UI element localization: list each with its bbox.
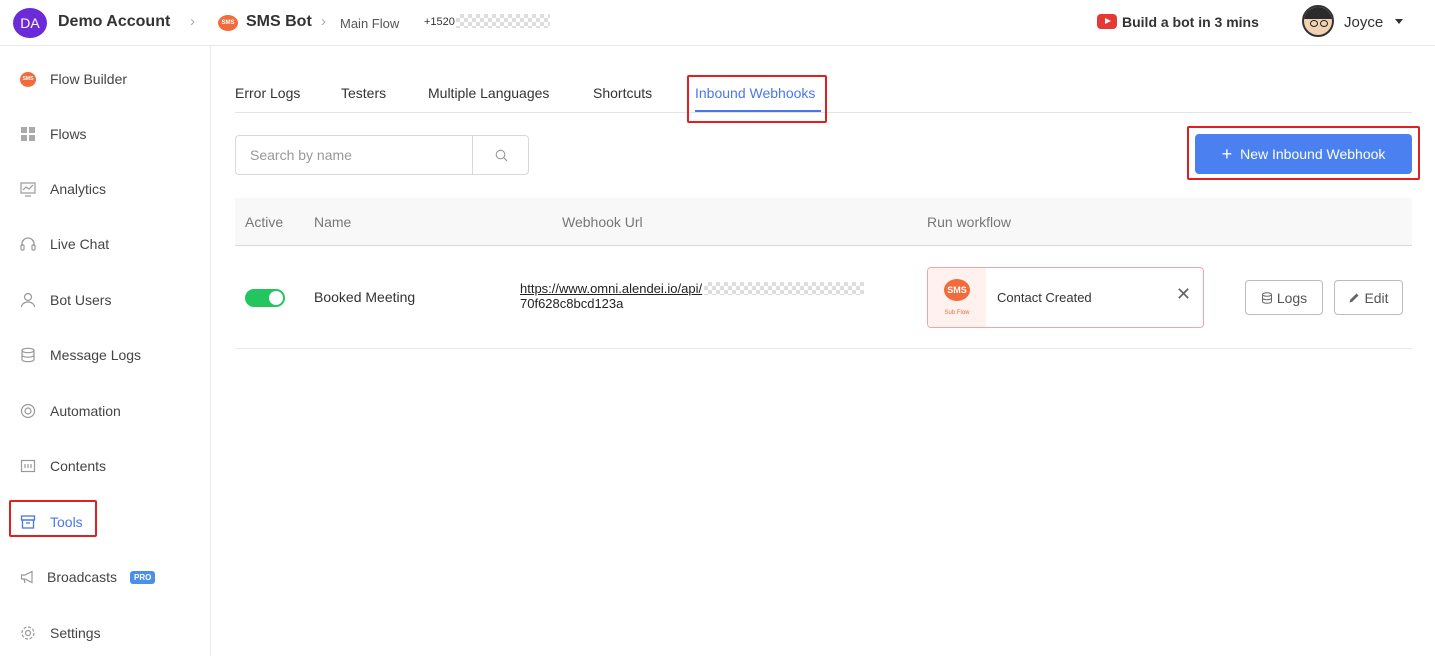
webhook-url-link[interactable]: https://www.omni.alendei.io/api/ [520, 281, 702, 296]
account-name[interactable]: Demo Account [58, 13, 170, 31]
database-icon [1261, 291, 1272, 304]
sms-bot-icon: SMS [218, 15, 238, 31]
webhook-name: Booked Meeting [314, 289, 416, 305]
sidebar-item-message-logs[interactable]: Message Logs [0, 335, 210, 375]
tab-error-logs[interactable]: Error Logs [235, 85, 300, 101]
table-header: Active Name Webhook Url Run workflow [235, 198, 1412, 246]
logs-button[interactable]: Logs [1245, 280, 1323, 315]
megaphone-icon [20, 569, 36, 585]
column-header-active: Active [245, 214, 284, 230]
breadcrumb-chevron-icon: › [190, 13, 195, 30]
edit-button[interactable]: Edit [1334, 280, 1403, 315]
webhook-url-suffix: 70f628c8bcd123a [520, 296, 624, 311]
account-avatar[interactable]: DA [13, 8, 47, 38]
search-button[interactable] [472, 136, 529, 174]
gear-icon [20, 625, 36, 641]
flow-name[interactable]: Main Flow [340, 16, 399, 31]
sidebar-item-broadcasts[interactable]: Broadcasts PRO [0, 557, 210, 597]
sidebar-item-flow-builder[interactable]: SMS Flow Builder [0, 59, 210, 99]
video-play-icon[interactable] [1097, 14, 1117, 29]
sidebar: SMS Flow Builder Flows Analytics Live Ch… [0, 46, 211, 656]
active-tab-indicator [695, 110, 821, 112]
search-input[interactable] [236, 136, 472, 174]
build-bot-link[interactable]: Build a bot in 3 mins [1122, 14, 1259, 30]
sidebar-item-label: Broadcasts [47, 569, 118, 585]
phone-number: +1520 [424, 16, 455, 28]
caret-down-icon[interactable] [1395, 19, 1403, 24]
workflow-name: Contact Created [997, 290, 1092, 305]
column-header-run-workflow: Run workflow [927, 214, 1012, 230]
top-bar: DA Demo Account › SMS SMS Bot › Main Flo… [0, 0, 1435, 46]
sidebar-item-settings[interactable]: Settings [0, 613, 210, 653]
column-header-name: Name [314, 214, 352, 230]
sidebar-item-label: Bot Users [50, 292, 112, 308]
edit-label: Edit [1364, 289, 1389, 306]
tab-bar: Error Logs Testers Multiple Languages Sh… [235, 70, 1412, 113]
column-header-webhook-url: Webhook Url [562, 214, 643, 230]
sidebar-item-label: Live Chat [50, 236, 110, 252]
sidebar-item-label: Settings [50, 625, 101, 641]
close-icon[interactable]: ✕ [1176, 284, 1191, 305]
sidebar-item-tools[interactable]: Tools [0, 502, 210, 542]
logs-label: Logs [1276, 289, 1308, 306]
grid-icon [20, 126, 36, 142]
webhook-url: https://www.omni.alendei.io/api/ 70f628c… [520, 280, 865, 311]
sidebar-item-contents[interactable]: Contents [0, 446, 210, 486]
breadcrumb-chevron-icon: › [321, 13, 326, 30]
workflow-card-side: SMS Sub Flow [928, 268, 986, 327]
pencil-icon [1349, 293, 1359, 302]
sidebar-item-label: Message Logs [50, 347, 142, 363]
tab-testers[interactable]: Testers [341, 85, 386, 101]
tab-inbound-webhooks[interactable]: Inbound Webhooks [695, 85, 815, 101]
new-inbound-webhook-label: New Inbound Webhook [1240, 146, 1386, 162]
sidebar-item-flows[interactable]: Flows [0, 114, 210, 154]
sidebar-item-live-chat[interactable]: Live Chat [0, 224, 210, 264]
sidebar-item-analytics[interactable]: Analytics [0, 169, 210, 209]
workflow-type: Sub Flow [944, 310, 970, 316]
sidebar-item-label: Tools [50, 514, 83, 530]
database-icon [20, 347, 36, 363]
user-avatar[interactable] [1302, 5, 1334, 37]
pro-badge: PRO [130, 570, 156, 584]
lifebuoy-icon [20, 403, 36, 419]
new-inbound-webhook-button[interactable]: + New Inbound Webhook [1195, 134, 1412, 174]
bot-name[interactable]: SMS Bot [246, 13, 312, 31]
user-icon [20, 292, 36, 308]
active-toggle[interactable] [245, 289, 285, 307]
sms-icon: SMS [20, 71, 36, 87]
tab-multiple-languages[interactable]: Multiple Languages [428, 85, 549, 101]
headset-icon [20, 236, 36, 252]
sidebar-item-label: Analytics [50, 181, 107, 197]
sidebar-item-bot-users[interactable]: Bot Users [0, 280, 210, 320]
sidebar-item-label: Flows [50, 126, 87, 142]
redacted-phone [456, 14, 550, 28]
redacted-url [704, 282, 865, 295]
sms-icon: SMS [944, 279, 970, 301]
tab-shortcuts[interactable]: Shortcuts [593, 85, 652, 101]
sidebar-item-label: Flow Builder [50, 71, 128, 87]
search-box [235, 135, 529, 175]
sidebar-item-label: Automation [50, 403, 121, 419]
search-icon [495, 149, 507, 161]
plus-icon: + [1221, 144, 1233, 164]
chart-icon [20, 181, 36, 197]
sidebar-item-label: Contents [50, 458, 107, 474]
content-icon [20, 458, 36, 474]
user-name[interactable]: Joyce [1344, 14, 1383, 31]
toolbox-icon [20, 514, 36, 530]
table-row: Booked Meeting https://www.omni.alendei.… [235, 247, 1412, 349]
workflow-card[interactable]: SMS Sub Flow Contact Created ✕ [927, 267, 1204, 328]
sidebar-item-automation[interactable]: Automation [0, 391, 210, 431]
